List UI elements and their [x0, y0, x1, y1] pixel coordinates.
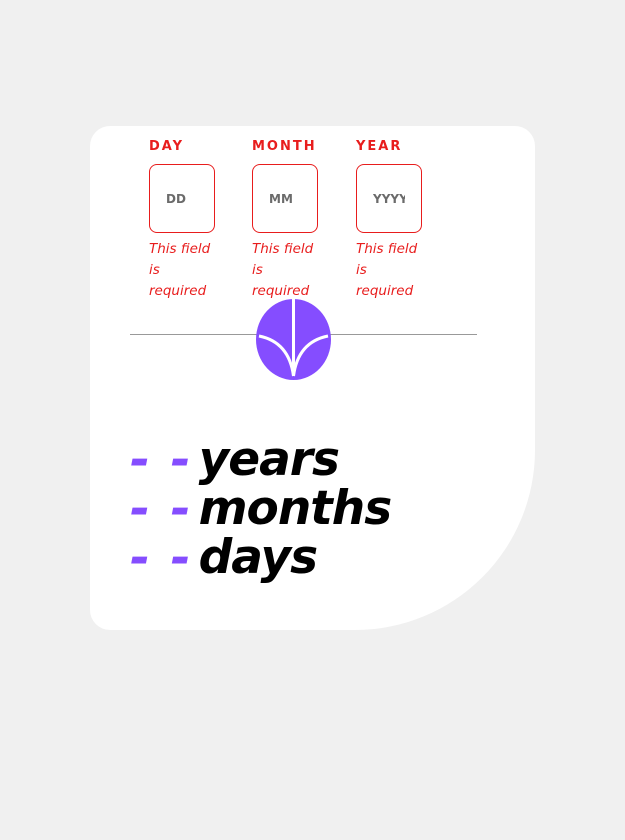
submit-button[interactable] [256, 299, 331, 380]
year-label: YEAR [356, 139, 403, 154]
age-calculator-card: DAY This field is required MONTH This fi… [90, 126, 535, 630]
days-unit: days [198, 530, 319, 585]
month-input[interactable] [252, 164, 318, 233]
arrow-down-icon [258, 299, 329, 377]
years-unit: years [198, 432, 340, 487]
year-error-message: This field is required [356, 241, 418, 299]
month-error-message: This field is required [252, 241, 314, 299]
month-label: MONTH [252, 139, 317, 154]
result-days: - - days [130, 530, 319, 586]
result-months: - - months [130, 481, 393, 537]
months-unit: months [198, 481, 393, 536]
day-input[interactable] [149, 164, 215, 233]
day-error-message: This field is required [149, 241, 211, 299]
years-value: - - [130, 432, 193, 488]
day-label: DAY [149, 139, 185, 154]
months-value: - - [130, 481, 193, 537]
result-years: - - years [130, 432, 340, 488]
year-input[interactable] [356, 164, 422, 233]
days-value: - - [130, 530, 193, 586]
